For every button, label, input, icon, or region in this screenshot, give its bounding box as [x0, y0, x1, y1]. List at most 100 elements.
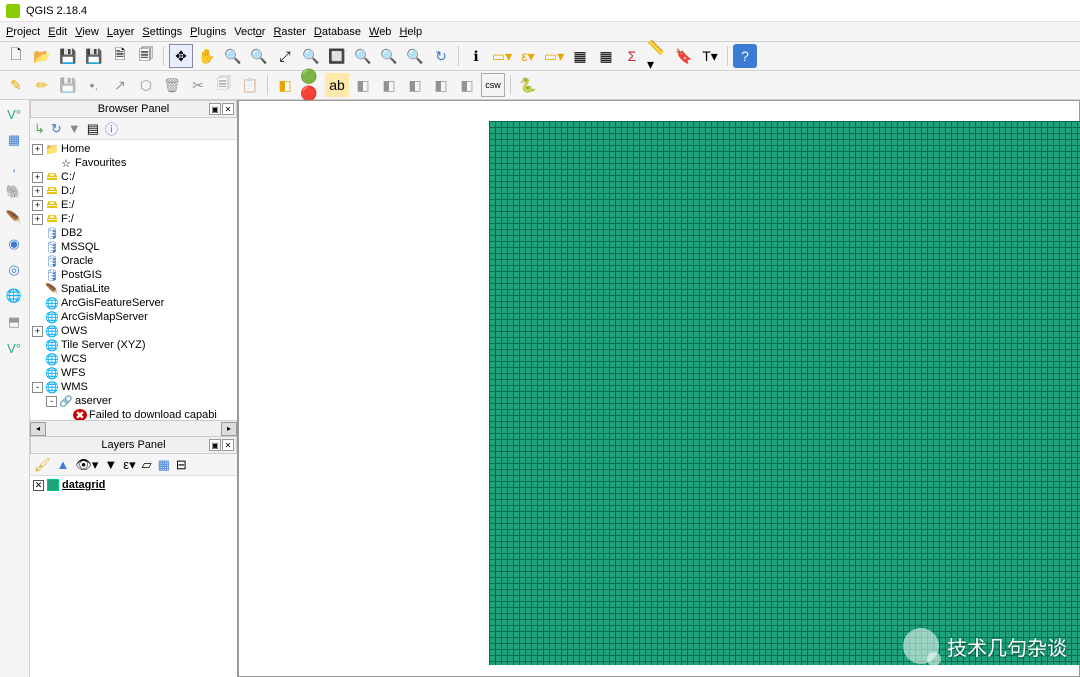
delete-icon[interactable]: 🗑 — [160, 73, 184, 97]
save-edits-icon[interactable]: 💾 — [56, 73, 80, 97]
plugin-2-icon[interactable]: 🟢🔴 — [299, 73, 323, 97]
add-mssql-icon[interactable]: ◉ — [2, 232, 26, 256]
layers-panel-header[interactable]: Layers Panel ▣ ✕ — [30, 436, 237, 454]
refresh-browser-icon[interactable]: ↻ — [51, 121, 62, 137]
layer-eye-icon[interactable]: 👁▾ — [75, 457, 98, 473]
expand-icon[interactable]: + — [32, 214, 43, 225]
expand-icon[interactable]: - — [46, 396, 57, 407]
tree-item[interactable]: +🌐OWS — [32, 324, 235, 338]
tree-item[interactable]: 🛢MSSQL — [32, 240, 235, 254]
layer-manage-icon[interactable]: ▲ — [57, 457, 70, 472]
zoom-last-icon[interactable]: 🔍 — [351, 44, 375, 68]
browser-tree[interactable]: +📁Home☆Favourites+🖴C:/+🖴D:/+🖴E:/+🖴F:/🛢DB… — [30, 140, 237, 420]
save-as-icon[interactable]: 💾 — [82, 44, 106, 68]
tree-item[interactable]: +🖴C:/ — [32, 170, 235, 184]
add-layer-icon[interactable]: ↳ — [34, 121, 45, 137]
paste-icon[interactable]: 📋 — [238, 73, 262, 97]
add-wms-icon[interactable]: 🌐 — [2, 284, 26, 308]
layer-group-icon[interactable]: ▱ — [142, 457, 152, 473]
python-console-icon[interactable]: 🐍 — [516, 73, 540, 97]
tree-item[interactable]: +🖴E:/ — [32, 198, 235, 212]
menu-web[interactable]: Web — [365, 24, 395, 40]
plugin-6-icon[interactable]: ◧ — [403, 73, 427, 97]
expand-icon[interactable]: + — [32, 326, 43, 337]
menubar[interactable]: Project Edit View Layer Settings Plugins… — [0, 22, 1080, 42]
refresh-icon[interactable]: ↻ — [429, 44, 453, 68]
zoom-full-icon[interactable]: ⤢ — [273, 44, 297, 68]
map-canvas[interactable]: 技术几句杂谈 — [238, 100, 1080, 677]
open-project-icon[interactable]: 📂 — [30, 44, 54, 68]
composer-manager-icon[interactable]: 🗐 — [134, 44, 158, 68]
copy-icon[interactable]: 🗐 — [212, 73, 236, 97]
add-delimited-icon[interactable]: , — [2, 154, 26, 178]
menu-plugins[interactable]: Plugins — [186, 24, 230, 40]
layer-expr-icon[interactable]: ε▾ — [123, 457, 135, 473]
undock-icon[interactable]: ▣ — [209, 103, 221, 115]
cut-icon[interactable]: ✂ — [186, 73, 210, 97]
layer-expand-icon[interactable]: ▦ — [158, 457, 170, 473]
tree-item[interactable]: +🖴D:/ — [32, 184, 235, 198]
tree-item[interactable]: -🔗aserver — [32, 394, 235, 408]
plugin-3-icon[interactable]: ab — [325, 73, 349, 97]
edit-pencil-icon[interactable]: ✏ — [30, 73, 54, 97]
tree-item[interactable]: 🛢PostGIS — [32, 268, 235, 282]
layers-tree[interactable]: ✕ datagrid — [30, 476, 237, 677]
expand-icon[interactable]: + — [32, 186, 43, 197]
zoom-out-icon[interactable]: 🔍 — [247, 44, 271, 68]
bookmark-icon[interactable]: 🔖 — [672, 44, 696, 68]
add-oracle-icon[interactable]: ◎ — [2, 258, 26, 282]
plugin-4-icon[interactable]: ◧ — [351, 73, 375, 97]
undock-layers-icon[interactable]: ▣ — [209, 439, 221, 451]
save-icon[interactable]: 💾 — [56, 44, 80, 68]
tree-item[interactable]: 🌐ArcGisMapServer — [32, 310, 235, 324]
scroll-left-icon[interactable]: ◂ — [30, 422, 46, 436]
move-feature-icon[interactable]: ↗ — [108, 73, 132, 97]
select-expr-icon[interactable]: ε▾ — [516, 44, 540, 68]
browser-panel-header[interactable]: Browser Panel ▣ ✕ — [30, 100, 237, 118]
browser-hscroll[interactable]: ◂ ▸ — [30, 420, 237, 436]
pan-icon[interactable]: ✥ — [169, 44, 193, 68]
field-calc-icon[interactable]: ▦ — [594, 44, 618, 68]
expand-icon[interactable]: + — [32, 172, 43, 183]
plugin-5-icon[interactable]: ◧ — [377, 73, 401, 97]
layer-remove-icon[interactable]: ⊟ — [176, 457, 187, 473]
tree-item[interactable]: -🌐WMS — [32, 380, 235, 394]
print-composer-icon[interactable]: 🗎 — [108, 44, 132, 68]
identify-icon[interactable]: ℹ — [464, 44, 488, 68]
close-layers-icon[interactable]: ✕ — [222, 439, 234, 451]
expand-icon[interactable]: + — [32, 200, 43, 211]
add-wcs-icon[interactable]: ⬒ — [2, 310, 26, 334]
tree-item[interactable]: 🌐WCS — [32, 352, 235, 366]
add-postgis-icon[interactable]: 🐘 — [2, 180, 26, 204]
layer-style-icon[interactable]: 🖌 — [34, 457, 51, 473]
zoom-native-icon[interactable]: 🔍 — [403, 44, 427, 68]
collapse-all-icon[interactable]: ▤ — [87, 121, 99, 137]
expand-icon[interactable]: - — [32, 382, 43, 393]
edit-toggle-icon[interactable]: ✎ — [4, 73, 28, 97]
menu-vector[interactable]: Vector — [230, 24, 269, 40]
tree-item[interactable]: 🌐Tile Server (XYZ) — [32, 338, 235, 352]
zoom-selection-icon[interactable]: 🔲 — [325, 44, 349, 68]
add-vector-icon[interactable]: V° — [2, 102, 26, 126]
menu-layer[interactable]: Layer — [103, 24, 139, 40]
layer-row[interactable]: ✕ datagrid — [33, 479, 234, 491]
tree-item[interactable]: ☆Favourites — [32, 156, 235, 170]
plugin-8-icon[interactable]: ◧ — [455, 73, 479, 97]
tree-item[interactable]: 🌐WFS — [32, 366, 235, 380]
select-icon[interactable]: ▭▾ — [490, 44, 514, 68]
new-project-icon[interactable]: 🗋 — [4, 44, 28, 68]
menu-help[interactable]: Help — [395, 24, 426, 40]
deselect-icon[interactable]: ▭▾ — [542, 44, 566, 68]
scroll-right-icon[interactable]: ▸ — [221, 422, 237, 436]
menu-raster[interactable]: Raster — [269, 24, 309, 40]
add-spatialite-icon[interactable]: 🪶 — [2, 206, 26, 230]
tree-item[interactable]: 🪶SpatiaLite — [32, 282, 235, 296]
add-feature-icon[interactable]: •. — [82, 73, 106, 97]
tree-item[interactable]: ✖Failed to download capabi — [32, 408, 235, 420]
properties-icon[interactable]: ⓘ — [105, 119, 118, 138]
attr-table-icon[interactable]: ▦ — [568, 44, 592, 68]
layer-visibility-checkbox[interactable]: ✕ — [33, 480, 44, 491]
measure-icon[interactable]: 📏▾ — [646, 44, 670, 68]
expand-icon[interactable]: + — [32, 144, 43, 155]
zoom-in-icon[interactable]: 🔍 — [221, 44, 245, 68]
